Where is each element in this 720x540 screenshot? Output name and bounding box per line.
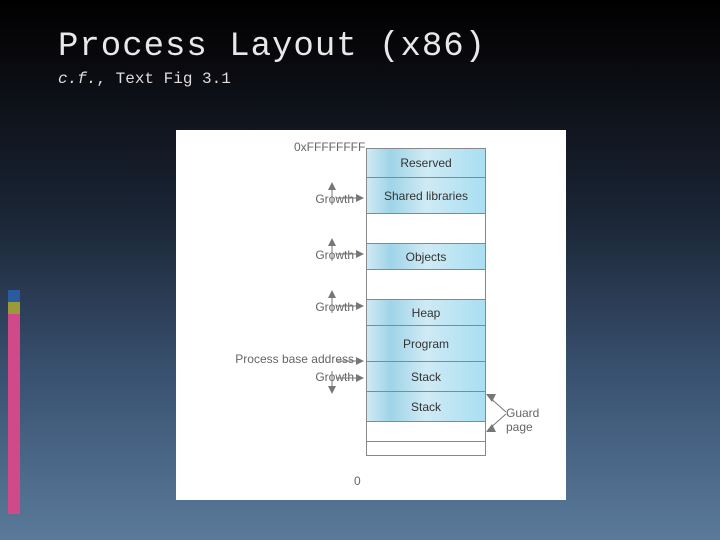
cell-gap-4 (366, 442, 486, 456)
arrow-up-icon (324, 288, 364, 318)
arrow-down-icon (324, 368, 364, 398)
arrow-right-icon (336, 356, 366, 366)
accent-blue (8, 290, 20, 302)
cell-gap-2 (366, 270, 486, 300)
accent-pink (8, 314, 20, 514)
subtitle-cf: c.f. (58, 70, 96, 88)
subtitle-rest: , Text Fig 3.1 (96, 70, 230, 88)
diagram: 0xFFFFFFFF 0 Reserved Shared libraries O… (176, 130, 566, 500)
cell-heap: Heap (366, 300, 486, 326)
cell-gap-1 (366, 214, 486, 244)
cell-reserved: Reserved (366, 148, 486, 178)
memory-stack: Reserved Shared libraries Objects Heap P… (366, 148, 486, 456)
addr-top-label: 0xFFFFFFFF (294, 140, 365, 154)
arrow-up-icon (324, 236, 364, 266)
accent-bar (8, 290, 20, 514)
slide-title: Process Layout (x86) (58, 28, 486, 66)
accent-olive (8, 302, 20, 314)
arrow-up-icon (324, 180, 364, 210)
cell-program: Program (366, 326, 486, 362)
cell-shared-libraries: Shared libraries (366, 178, 486, 214)
slide-subtitle: c.f., Text Fig 3.1 (58, 70, 486, 88)
cell-objects: Objects (366, 244, 486, 270)
title-block: Process Layout (x86) c.f., Text Fig 3.1 (58, 28, 486, 88)
cell-stack-2: Stack (366, 392, 486, 422)
cell-gap-3 (366, 422, 486, 442)
cell-stack-1: Stack (366, 362, 486, 392)
addr-bottom-label: 0 (354, 474, 361, 488)
guard-connector-icon (488, 390, 538, 440)
